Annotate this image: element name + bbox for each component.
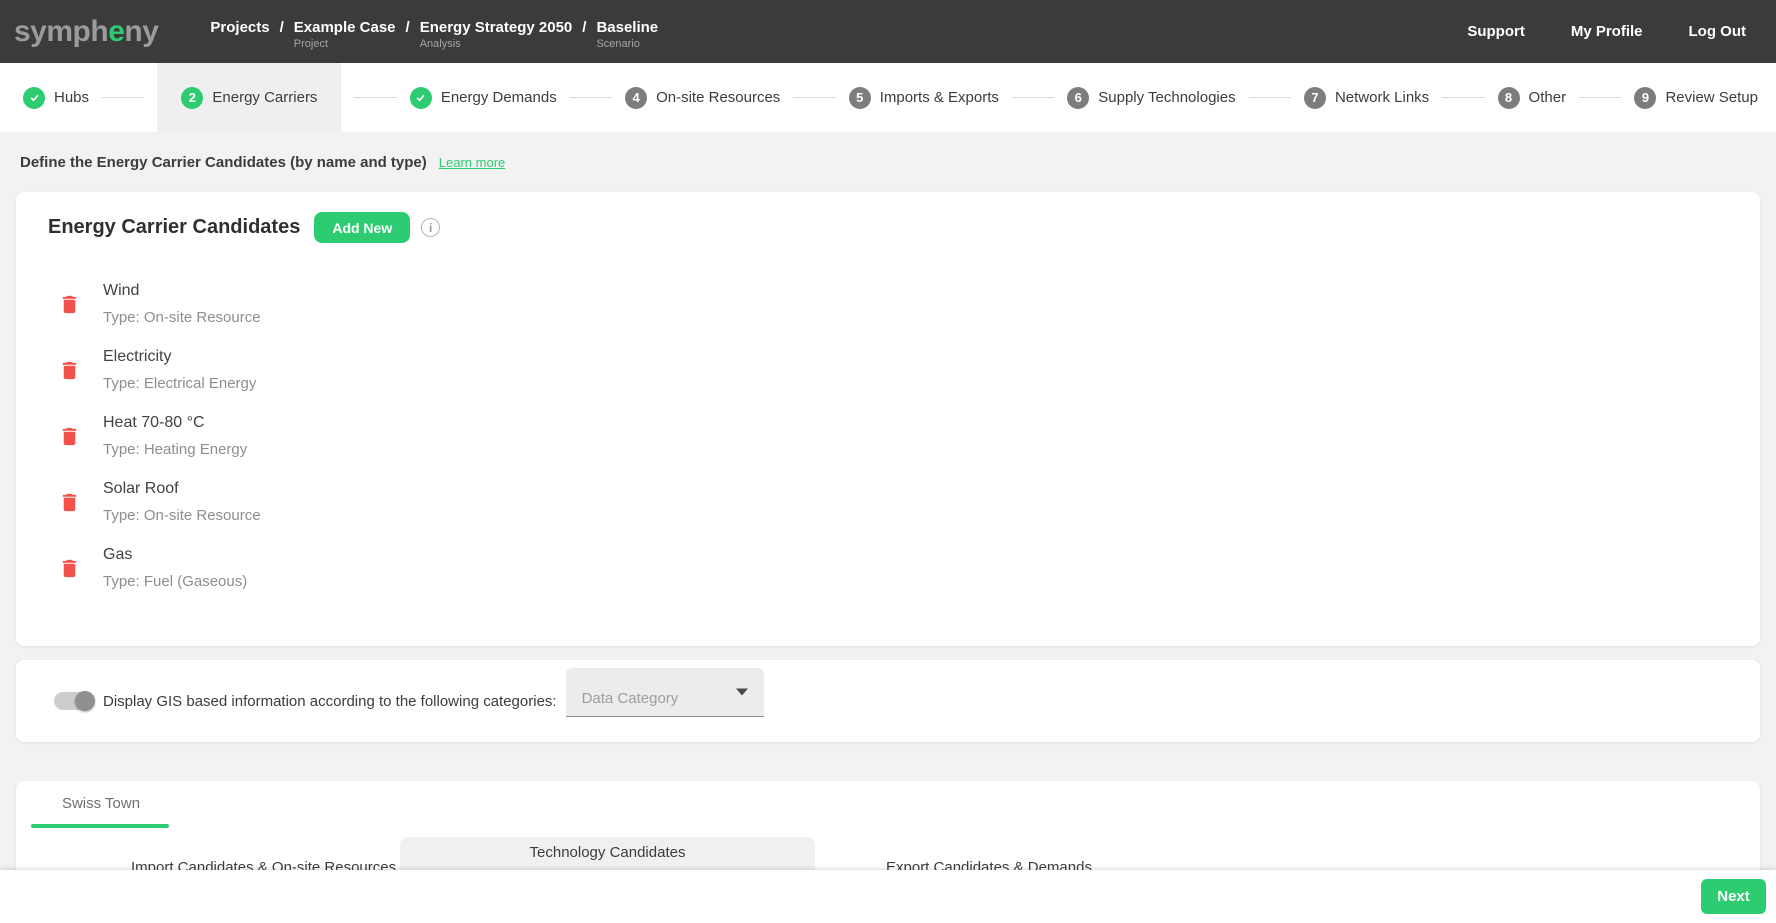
breadcrumb-separator: / [280, 19, 284, 36]
breadcrumb-sub-analysis: Analysis [420, 38, 461, 50]
page-instruction: Define the Energy Carrier Candidates (by… [0, 132, 1776, 192]
column-header-technology: Technology Candidates [530, 844, 686, 861]
delete-icon[interactable] [58, 359, 81, 382]
carrier-row-wind: Wind Type: On-site Resource [16, 271, 1760, 337]
step-review-setup[interactable]: 9 Review Setup [1634, 63, 1758, 132]
gis-settings-card: Display GIS based information according … [16, 660, 1760, 742]
carrier-name: Wind [103, 282, 261, 300]
card-title: Energy Carrier Candidates [48, 216, 300, 239]
sympheny-logo[interactable]: sympheny [14, 15, 158, 49]
log-out-link[interactable]: Log Out [1689, 23, 1746, 40]
delete-icon[interactable] [58, 491, 81, 514]
energy-carrier-candidates-card: Energy Carrier Candidates Add New Wind T… [16, 192, 1760, 646]
breadcrumb-projects[interactable]: Projects [210, 19, 269, 36]
carrier-name: Gas [103, 546, 247, 564]
breadcrumb-analysis[interactable]: Energy Strategy 2050 Analysis [420, 19, 573, 36]
instruction-text: Define the Energy Carrier Candidates (by… [20, 154, 427, 171]
carrier-row-electricity: Electricity Type: Electrical Energy [16, 337, 1760, 403]
setup-stepper: Hubs 2 Energy Carriers Energy Demands 4 … [0, 63, 1776, 132]
carrier-name: Heat 70-80 °C [103, 414, 247, 432]
toggle-thumb [75, 691, 95, 711]
step-connector [793, 97, 835, 98]
step-imports-exports[interactable]: 5 Imports & Exports [849, 63, 999, 132]
header-links: Support My Profile Log Out [1467, 23, 1746, 40]
gis-toggle[interactable] [54, 692, 94, 710]
carrier-type: Type: Electrical Energy [103, 375, 256, 392]
breadcrumb-project[interactable]: Example Case Project [294, 19, 396, 36]
step-number-badge: 8 [1498, 87, 1520, 109]
carrier-name: Solar Roof [103, 480, 261, 498]
step-connector [102, 97, 144, 98]
app-header: sympheny Projects / Example Case Project… [0, 0, 1776, 63]
step-other[interactable]: 8 Other [1498, 63, 1567, 132]
select-placeholder: Data Category [582, 690, 679, 707]
gis-toggle-label: Display GIS based information according … [103, 693, 557, 710]
card-header: Energy Carrier Candidates Add New [16, 192, 1760, 243]
carrier-type: Type: On-site Resource [103, 507, 261, 524]
step-number-badge: 9 [1634, 87, 1656, 109]
step-number-badge: 2 [181, 87, 203, 109]
step-connector [1442, 97, 1484, 98]
step-energy-demands[interactable]: Energy Demands [410, 63, 557, 132]
breadcrumb: Projects / Example Case Project / Energy… [210, 19, 658, 36]
step-number-badge: 6 [1067, 87, 1089, 109]
active-tab-indicator [31, 824, 169, 828]
breadcrumb-sub-project: Project [294, 38, 328, 50]
step-connector [1579, 97, 1621, 98]
check-icon [23, 87, 45, 109]
chevron-down-icon [736, 689, 748, 696]
carrier-row-gas: Gas Type: Fuel (Gaseous) [16, 535, 1760, 601]
learn-more-link[interactable]: Learn more [439, 155, 505, 170]
step-supply-technologies[interactable]: 6 Supply Technologies [1067, 63, 1235, 132]
delete-icon[interactable] [58, 557, 81, 580]
step-connector [570, 97, 612, 98]
breadcrumb-separator: / [406, 19, 410, 36]
carrier-name: Electricity [103, 348, 256, 366]
carrier-type: Type: On-site Resource [103, 309, 261, 326]
step-energy-carriers[interactable]: 2 Energy Carriers [157, 63, 341, 132]
breadcrumb-scenario[interactable]: Baseline Scenario [596, 19, 658, 36]
bottom-action-bar: Next [0, 870, 1776, 923]
step-connector [1012, 97, 1054, 98]
step-number-badge: 7 [1304, 87, 1326, 109]
carrier-list: Wind Type: On-site Resource Electricity … [16, 271, 1760, 601]
data-category-select[interactable]: Data Category [566, 668, 764, 717]
my-profile-link[interactable]: My Profile [1571, 23, 1643, 40]
carrier-type: Type: Heating Energy [103, 441, 247, 458]
support-link[interactable]: Support [1467, 23, 1525, 40]
breadcrumb-separator: / [582, 19, 586, 36]
step-hubs[interactable]: Hubs [23, 63, 89, 132]
step-connector [354, 97, 396, 98]
info-icon[interactable] [421, 218, 440, 237]
step-network-links[interactable]: 7 Network Links [1304, 63, 1429, 132]
carrier-type: Type: Fuel (Gaseous) [103, 573, 247, 590]
step-number-badge: 5 [849, 87, 871, 109]
tab-swiss-town[interactable]: Swiss Town [31, 781, 171, 813]
carrier-row-solar-roof: Solar Roof Type: On-site Resource [16, 469, 1760, 535]
step-on-site-resources[interactable]: 4 On-site Resources [625, 63, 780, 132]
add-new-button[interactable]: Add New [314, 212, 410, 243]
delete-icon[interactable] [58, 425, 81, 448]
check-icon [410, 87, 432, 109]
delete-icon[interactable] [58, 293, 81, 316]
next-button[interactable]: Next [1701, 879, 1766, 914]
step-number-badge: 4 [625, 87, 647, 109]
breadcrumb-sub-scenario: Scenario [596, 38, 639, 50]
carrier-row-heat: Heat 70-80 °C Type: Heating Energy [16, 403, 1760, 469]
step-connector [1249, 97, 1291, 98]
